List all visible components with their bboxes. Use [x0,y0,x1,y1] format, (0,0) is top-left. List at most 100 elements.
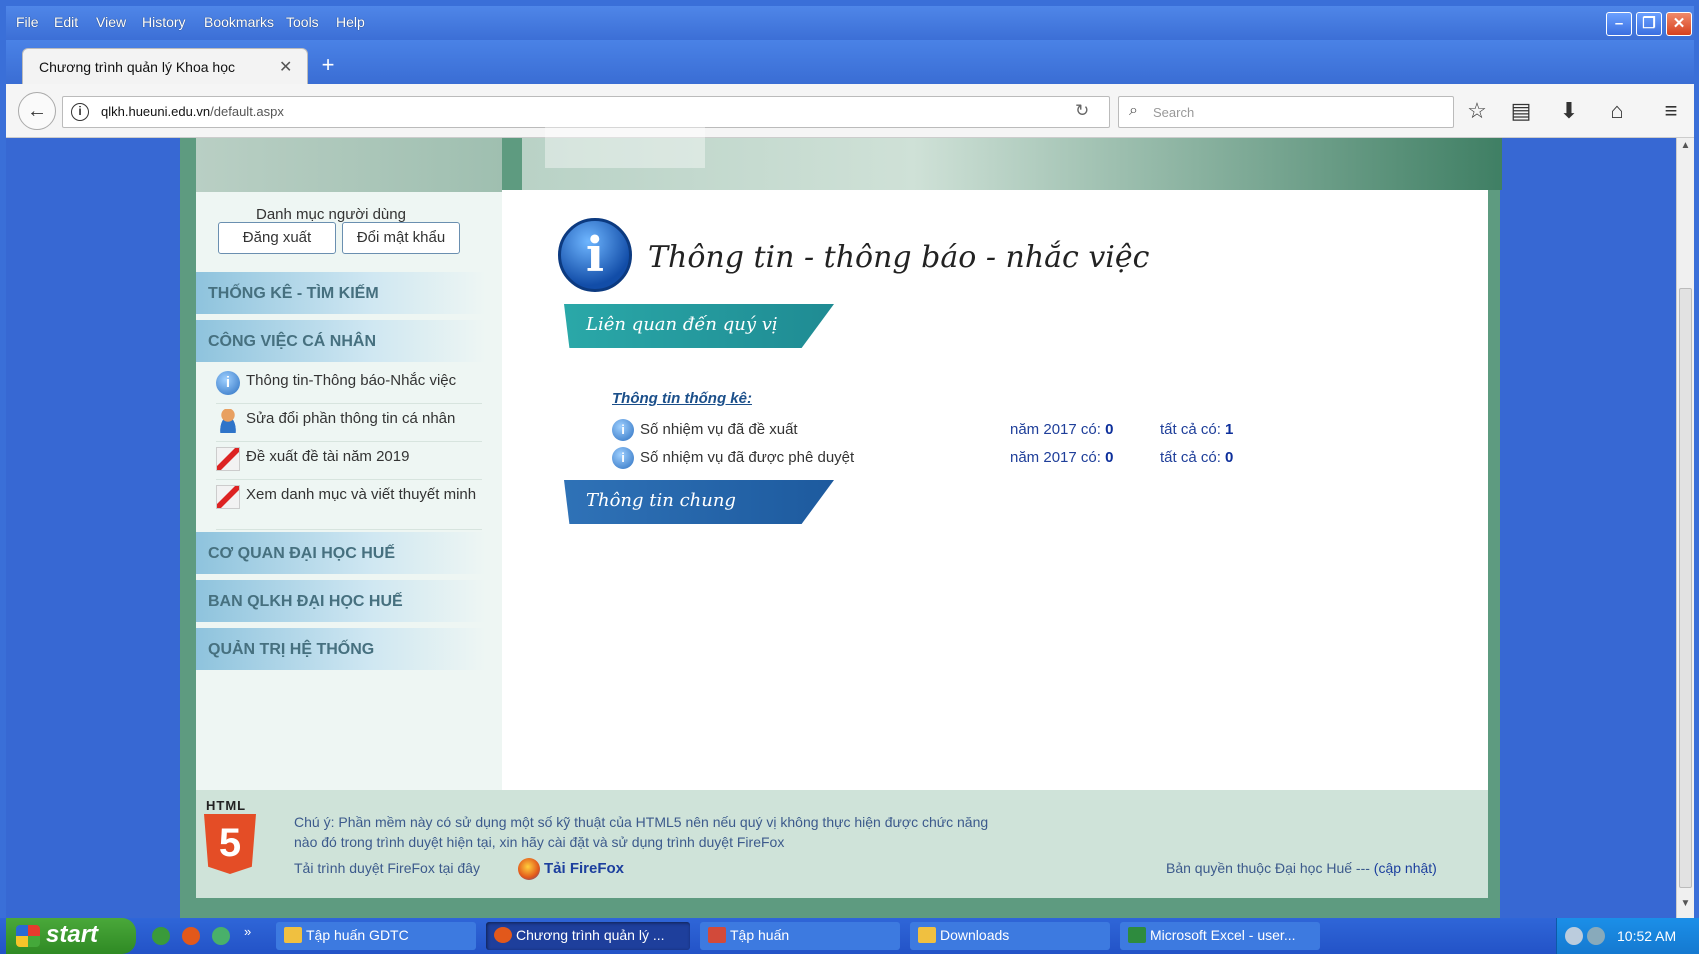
pen-icon [216,447,240,471]
scroll-down-icon[interactable]: ▼ [1677,898,1694,916]
search-bar[interactable]: ⌕ Search [1118,96,1454,128]
taskbar-item[interactable]: Microsoft Excel - user... [1120,922,1320,950]
related-ribbon: Liên quan đến quý vị [564,304,834,348]
folder-icon [284,927,302,943]
copyright-text: Bản quyền thuộc Đại học Huế --- [1166,860,1370,876]
html5-label: HTML [206,798,247,813]
quicklaunch-refresh-icon[interactable] [152,927,170,945]
change-password-button[interactable]: Đổi mật khẩu [342,222,460,254]
firefox-download-link[interactable]: Tải FireFox [544,860,624,877]
stats-title: Thông tin thống kê: [612,390,752,407]
taskbar-item-active[interactable]: Chương trình quản lý ... [486,922,690,950]
update-link[interactable]: (cập nhật) [1374,860,1437,876]
logout-button[interactable]: Đăng xuất [218,222,336,254]
new-tab-button[interactable]: + [316,54,340,76]
sidebar-section-research-board[interactable]: BAN QLKH ĐẠI HỌC HUẾ [196,580,486,622]
reload-icon[interactable]: ↻ [1075,101,1089,121]
html5-note-line1: Chú ý: Phần mềm này có sử dụng một số kỹ… [294,814,989,830]
stat-year-text: năm 2017 có: [1010,421,1101,438]
menu-view[interactable]: View [96,14,126,30]
sidebar: Danh mục người dùng Đăng xuất Đổi mật kh… [196,192,502,790]
tray-sync-icon[interactable] [1565,927,1583,945]
downloads-icon[interactable]: ⬇ [1554,98,1584,124]
stat-year-value: 0 [1105,449,1114,466]
close-window-button[interactable]: ✕ [1666,12,1692,36]
stat-all-text: tất cả có: [1160,449,1221,466]
powerpoint-icon [708,927,726,943]
firefox-icon[interactable] [518,858,540,880]
stat-label: Số nhiệm vụ đã đề xuất [640,421,798,438]
sidebar-section-statistics[interactable]: THỐNG KÊ - TÌM KIẾM [196,272,486,314]
site-info-icon[interactable]: i [71,103,89,121]
menu-help[interactable]: Help [336,14,365,30]
close-tab-icon[interactable]: ✕ [279,57,292,77]
back-button[interactable]: ← [18,92,56,130]
folder-icon [918,927,936,943]
stat-label: Số nhiệm vụ đã được phê duyệt [640,449,855,466]
sidebar-item-edit-profile[interactable]: Sửa đổi phần thông tin cá nhân [216,406,482,442]
task-label: Tập huấn [730,927,790,943]
stat-all-link[interactable]: tất cả có: 1 [1160,421,1233,438]
restore-button[interactable]: ❐ [1636,12,1662,36]
taskbar-item[interactable]: Downloads [910,922,1110,950]
quicklaunch-more-icon[interactable]: » [244,924,251,939]
menu-history[interactable]: History [142,14,186,30]
sidebar-section-hue-university[interactable]: CƠ QUAN ĐẠI HỌC HUẾ [196,532,486,574]
tray-network-icon[interactable] [1587,927,1605,945]
sidebar-item-view-catalog[interactable]: Xem danh mục và viết thuyết minh [216,482,482,530]
url-path: /default.aspx [210,104,284,119]
menu-edit[interactable]: Edit [54,14,78,30]
sidebar-section-personal-work[interactable]: CÔNG VIỆC CÁ NHÂN [196,320,486,362]
banner-logo-strip [196,138,502,192]
tab-title: Chương trình quản lý Khoa học [39,59,236,75]
task-label: Chương trình quản lý ... [516,927,665,943]
scroll-up-icon[interactable]: ▲ [1677,140,1694,158]
user-icon [216,409,240,433]
html5-logo-icon: 5 [204,814,256,874]
search-icon: ⌕ [1129,102,1138,119]
stat-all-text: tất cả có: [1160,421,1221,438]
sidebar-item-notifications[interactable]: i Thông tin-Thông báo-Nhắc việc [216,368,482,404]
menu-bar: File Edit View History Bookmarks Tools H… [6,6,1694,40]
task-label: Downloads [940,927,1010,943]
browser-tab[interactable]: Chương trình quản lý Khoa học ✕ [22,48,308,88]
home-icon[interactable]: ⌂ [1602,98,1632,124]
start-label: start [46,921,99,948]
site-frame-bottom [180,898,1500,918]
info-icon: i [612,419,634,441]
taskbar-item[interactable]: Tập huấn [700,922,900,950]
scroll-thumb[interactable] [1679,288,1692,888]
stat-row-proposed: i Số nhiệm vụ đã đề xuất năm 2017 có: 0 … [612,418,1312,444]
sidebar-section-system-admin[interactable]: QUẢN TRỊ HỆ THỐNG [196,628,486,670]
search-placeholder: Search [1153,105,1195,120]
menu-bookmarks[interactable]: Bookmarks [204,14,274,30]
navigation-bar: ← i qlkh.hueuni.edu.vn/default.aspx ↻ ⌕ … [6,84,1694,138]
start-button[interactable]: start [6,918,136,954]
stat-all-value: 1 [1225,421,1234,438]
page-title: Thông tin - thông báo - nhắc việc [648,240,1150,275]
sidebar-item-propose-topic[interactable]: Đề xuất đề tài năm 2019 [216,444,482,480]
menu-tools[interactable]: Tools [286,14,319,30]
quicklaunch-firefox-icon[interactable] [182,927,200,945]
minimize-button[interactable]: – [1606,12,1632,36]
bookmarks-library-icon[interactable]: ▤ [1506,98,1536,124]
sidebar-item-label: Xem danh mục và viết thuyết minh [246,486,477,503]
stat-year-link[interactable]: năm 2017 có: 0 [1010,421,1113,438]
info-icon: i [216,371,240,395]
stat-all-value: 0 [1225,449,1234,466]
sidebar-item-label: Đề xuất đề tài năm 2019 [246,448,410,465]
stat-row-approved: i Số nhiệm vụ đã được phê duyệt năm 2017… [612,446,1312,472]
sidebar-item-label: Thông tin-Thông báo-Nhắc việc [246,372,457,389]
system-tray: 10:52 AM [1556,918,1699,954]
stat-year-link[interactable]: năm 2017 có: 0 [1010,449,1113,466]
hamburger-menu-icon[interactable]: ≡ [1656,98,1686,124]
stat-all-link[interactable]: tất cả có: 0 [1160,449,1233,466]
taskbar-item[interactable]: Tập huấn GDTC [276,922,476,950]
quicklaunch-app-icon[interactable] [212,927,230,945]
copyright: Bản quyền thuộc Đại học Huế --- (cập nhậ… [1166,860,1437,876]
sidebar-title: Danh mục người dùng [256,206,406,223]
banner-badge [545,124,705,168]
vertical-scrollbar[interactable]: ▲ ▼ [1676,138,1694,918]
bookmark-star-icon[interactable]: ☆ [1462,98,1492,124]
menu-file[interactable]: File [16,14,39,30]
